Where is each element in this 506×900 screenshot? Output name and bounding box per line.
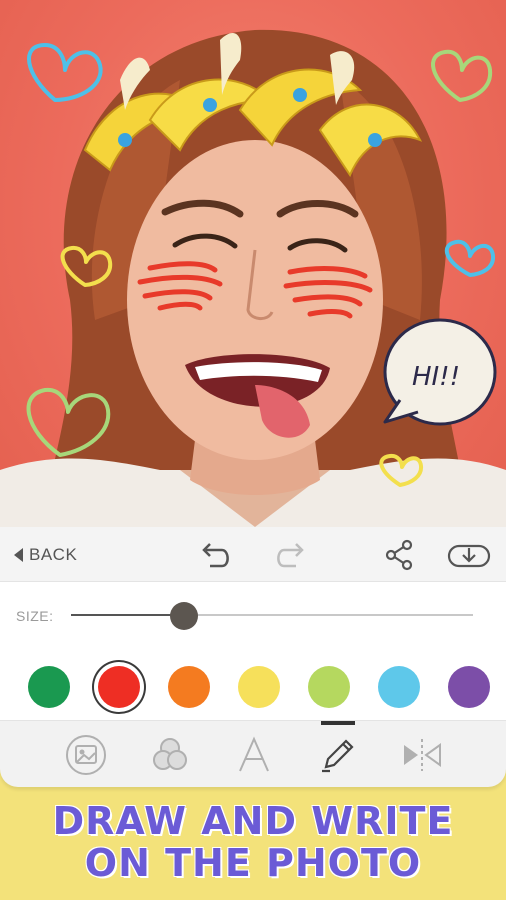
caption-line-2: ON THE PHOTO bbox=[84, 841, 422, 885]
heart-doodle-blue bbox=[27, 43, 103, 102]
redo-icon[interactable] bbox=[272, 536, 310, 574]
color-swatch[interactable] bbox=[238, 666, 280, 708]
size-slider-handle[interactable] bbox=[169, 602, 198, 630]
mode-bar bbox=[0, 720, 506, 787]
photo-canvas[interactable]: HI!! bbox=[0, 0, 506, 527]
back-arrow-icon bbox=[14, 547, 23, 562]
heart-doodle-green bbox=[431, 49, 493, 102]
color-swatch[interactable] bbox=[308, 666, 350, 708]
active-mode-indicator bbox=[321, 721, 355, 725]
back-label: BACK bbox=[29, 544, 78, 564]
promo-caption: DRAW AND WRITE ON THE PHOTO bbox=[0, 800, 506, 884]
size-label: SIZE: bbox=[16, 608, 54, 624]
photo-illustration: HI!! bbox=[0, 29, 506, 527]
color-swatch[interactable] bbox=[378, 666, 420, 708]
size-slider-fill bbox=[71, 614, 184, 616]
color-swatch[interactable] bbox=[28, 666, 70, 708]
color-swatch[interactable] bbox=[168, 666, 210, 708]
color-swatch[interactable] bbox=[98, 666, 140, 708]
caption-line-1: DRAW AND WRITE bbox=[52, 799, 454, 843]
filter-mode-icon[interactable] bbox=[148, 733, 192, 777]
download-icon[interactable] bbox=[446, 536, 492, 574]
text-mode-icon[interactable] bbox=[232, 733, 276, 777]
speech-bubble-text: HI!! bbox=[412, 362, 460, 392]
undo-icon[interactable] bbox=[196, 536, 234, 574]
edit-toolbar: BACK bbox=[0, 527, 506, 582]
sticker-mode-icon[interactable] bbox=[64, 733, 108, 777]
draw-mode-icon[interactable] bbox=[316, 733, 360, 777]
size-slider-track[interactable] bbox=[71, 614, 473, 616]
heart-doodle-cyan bbox=[444, 239, 496, 277]
color-swatch[interactable] bbox=[448, 666, 490, 708]
back-button[interactable]: BACK bbox=[14, 527, 77, 582]
brush-panel: SIZE: bbox=[0, 582, 506, 720]
share-icon[interactable] bbox=[380, 536, 418, 574]
speech-bubble-sticker: HI!! bbox=[383, 318, 497, 426]
mirror-mode-icon[interactable] bbox=[400, 733, 444, 777]
